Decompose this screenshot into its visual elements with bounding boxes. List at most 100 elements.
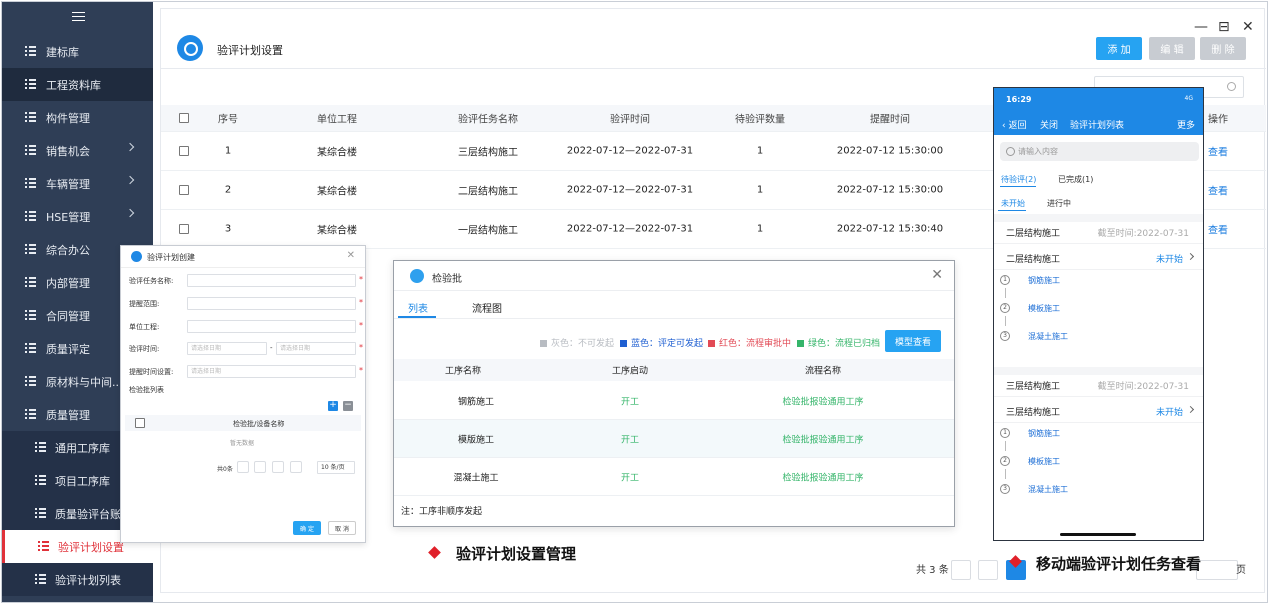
sidebar-item[interactable]: 工程资料库: [2, 68, 153, 101]
sidebar-item[interactable]: 车辆管理: [2, 167, 153, 200]
delete-button[interactable]: 删 除: [1200, 37, 1246, 60]
row-checkbox[interactable]: [179, 224, 189, 234]
flow-name[interactable]: 检验批报验通用工序: [782, 470, 863, 483]
deadline-text: 截至时间:2022-07-31: [1097, 229, 1189, 239]
column-header: 序号: [218, 114, 238, 126]
task-row[interactable]: 二层结构施工 截至时间:2022-07-31: [994, 218, 1203, 244]
pagination-page-button[interactable]: [272, 461, 284, 473]
pagination-prev-button[interactable]: [254, 461, 266, 473]
column-header: 提醒时间: [870, 114, 910, 126]
pagination-prev-button[interactable]: [951, 560, 971, 580]
screenshot-canvas: 建标库 工程资料库 构件管理 销售机会 车辆管理 HSE管理 综合办公 内部管理 合同管理 质量评…: [0, 0, 1269, 604]
list-icon: [35, 475, 46, 485]
add-button[interactable]: 添 加: [1096, 37, 1142, 60]
sidebar-item[interactable]: 构件管理: [2, 101, 153, 134]
close-button[interactable]: 关闭: [1040, 118, 1058, 131]
list-icon: [25, 178, 36, 188]
chevron-right-icon: [1186, 405, 1195, 414]
form-label: 提醒范围:: [129, 300, 160, 308]
pagination-prev-button[interactable]: [237, 461, 249, 473]
cancel-button[interactable]: 取 消: [328, 521, 356, 535]
inspection-batch-dialog: 检验批 ✕ 列表 流程图 灰色：不可发起 蓝色：评定可发起 红色：流程审批中 绿色：流…: [393, 260, 955, 527]
goto-page-input[interactable]: [1196, 560, 1238, 580]
step-link[interactable]: 钢筋施工: [1028, 428, 1060, 439]
row-checkbox[interactable]: [179, 185, 189, 195]
step-link[interactable]: 混凝土施工: [1028, 484, 1068, 495]
list-icon: [35, 442, 46, 452]
select-all-checkbox[interactable]: [179, 113, 189, 123]
required-mark: *: [359, 343, 363, 352]
form-input[interactable]: [187, 274, 356, 287]
form-input[interactable]: [187, 297, 356, 310]
model-view-button[interactable]: 模型查看: [885, 330, 941, 352]
column-header: 验评时间: [610, 114, 650, 126]
tab-done[interactable]: 已完成(1): [1058, 174, 1093, 185]
back-button[interactable]: ‹ 返回: [1002, 118, 1026, 131]
view-link[interactable]: 查看: [1208, 144, 1228, 159]
sidebar-item[interactable]: 销售机会: [2, 134, 153, 167]
step-link[interactable]: 混凝土施工: [1028, 331, 1068, 342]
task-status-row[interactable]: 二层结构施工 未开始: [994, 244, 1203, 270]
legend-item: 红色：流程审批中: [708, 336, 791, 349]
tab-list[interactable]: 列表: [408, 300, 428, 315]
edit-button[interactable]: 编 辑: [1149, 37, 1195, 60]
form-input[interactable]: [187, 320, 356, 333]
sidebar-item-label: 车辆管理: [46, 178, 90, 191]
list-icon: [25, 211, 36, 221]
column-header: 工序启动: [611, 366, 649, 377]
more-button[interactable]: 更多: [1177, 118, 1195, 131]
end-date-input[interactable]: 请选择日期: [276, 342, 356, 355]
subtab-not-started[interactable]: 未开始: [1001, 198, 1025, 209]
task-status-row[interactable]: 三层结构施工 未开始: [994, 397, 1203, 423]
legend-swatch: [540, 339, 547, 347]
table-cell: 二层结构施工: [458, 186, 518, 198]
note-text: 注：工序非顺序发起: [401, 507, 483, 517]
list-icon: [25, 145, 36, 155]
subtab-in-progress[interactable]: 进行中: [1047, 198, 1071, 209]
table-row: 混凝土施工 开工 检验批报验通用工序: [394, 458, 954, 496]
table-cell: 三层结构施工: [458, 147, 518, 159]
step-link[interactable]: 钢筋施工: [1028, 275, 1060, 286]
sidebar-item-label: 销售机会: [46, 145, 90, 158]
view-link[interactable]: 查看: [1208, 222, 1228, 237]
page-header: 验评计划设置 添 加 编 辑 删 除: [161, 29, 1266, 69]
view-link[interactable]: 查看: [1208, 183, 1228, 198]
select-all-checkbox[interactable]: [135, 418, 145, 428]
pagination-next-button[interactable]: [290, 461, 302, 473]
flow-name[interactable]: 检验批报验通用工序: [782, 394, 863, 407]
step-link[interactable]: 模板施工: [1028, 456, 1060, 467]
step-link[interactable]: 模板施工: [1028, 303, 1060, 314]
list-icon: [25, 112, 36, 122]
sidebar-item-label: 建标库: [46, 46, 79, 59]
sidebar-item[interactable]: HSE管理: [2, 200, 153, 233]
start-date-input[interactable]: 请选择日期: [187, 342, 267, 355]
sidebar-item-label: 综合办公: [46, 244, 90, 257]
column-header: 操作: [1208, 114, 1228, 126]
range-separator: -: [270, 344, 273, 352]
pagination-prev-button[interactable]: [978, 560, 998, 580]
ok-button[interactable]: 确 定: [293, 521, 321, 535]
sidebar-item[interactable]: 建标库: [2, 35, 153, 68]
menu-toggle-icon[interactable]: [72, 12, 85, 23]
caption-left: 验评计划设置管理: [456, 545, 577, 563]
list-icon: [25, 79, 36, 89]
add-row-icon[interactable]: +: [328, 401, 338, 411]
column-header: 验评任务名称: [458, 114, 518, 126]
table-row: 模版施工 开工 检验批报验通用工序: [394, 420, 954, 458]
tab-flowchart[interactable]: 流程图: [472, 300, 502, 315]
required-mark: *: [359, 321, 363, 330]
close-icon[interactable]: ✕: [931, 267, 943, 283]
row-checkbox[interactable]: [179, 146, 189, 156]
sidebar-item[interactable]: 验评计划列表: [2, 563, 153, 596]
flow-name[interactable]: 检验批报验通用工序: [782, 432, 863, 445]
task-row[interactable]: 三层结构施工 截至时间:2022-07-31: [994, 371, 1203, 397]
table-cell: 1: [756, 223, 764, 235]
form-input[interactable]: 请选择日期: [187, 365, 356, 378]
tab-pending[interactable]: 待验评(2): [1001, 174, 1036, 185]
page-size-select[interactable]: 10 条/页: [317, 461, 355, 474]
remove-row-icon[interactable]: −: [343, 401, 353, 411]
step-connector: [1005, 316, 1006, 326]
mobile-search-input[interactable]: 请输入内容: [1000, 142, 1199, 161]
table-cell: 3: [224, 223, 232, 235]
close-icon[interactable]: ✕: [347, 250, 355, 261]
